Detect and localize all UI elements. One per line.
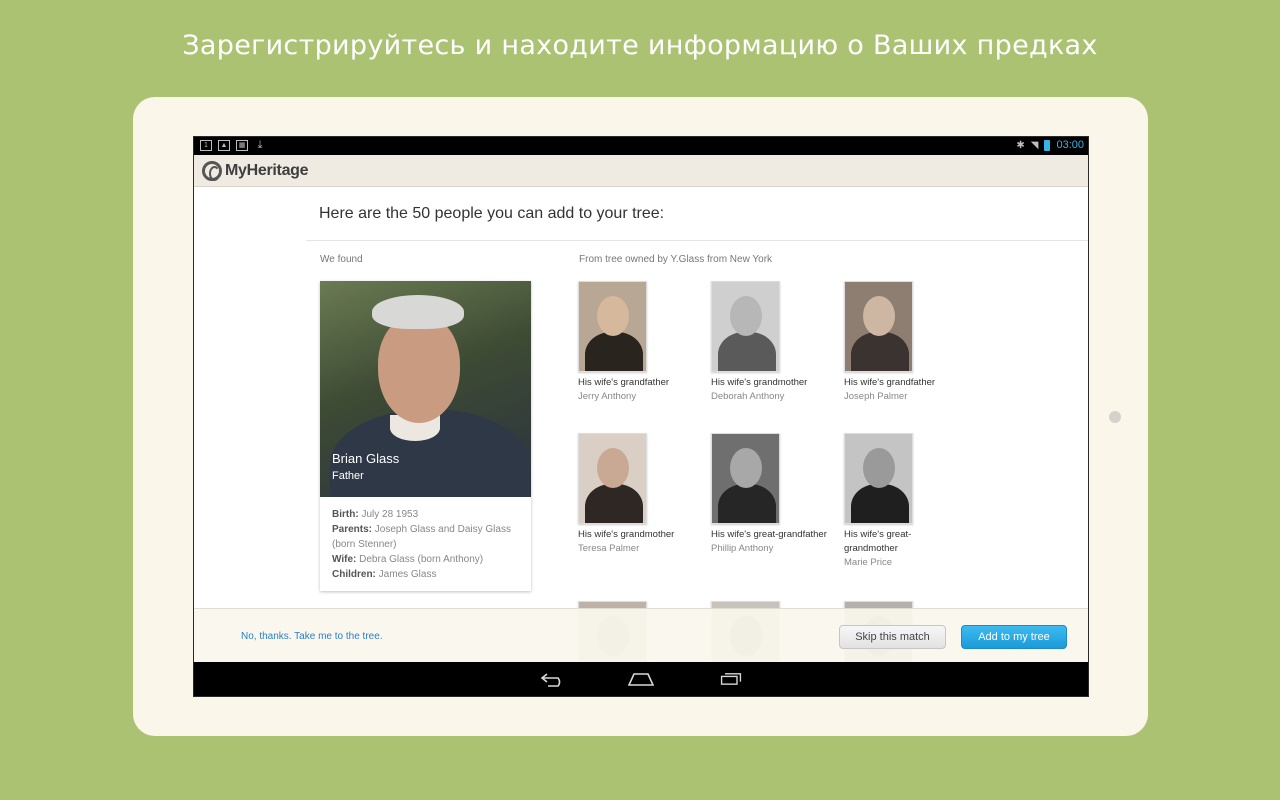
add-to-tree-button[interactable]: Add to my tree xyxy=(961,625,1067,649)
children-value: James Glass xyxy=(378,569,437,580)
person-relation: Father xyxy=(332,470,364,482)
relative-relation: His wife's grandmother xyxy=(578,529,675,540)
relative-name: Deborah Anthony xyxy=(711,391,785,402)
tree-owner-label: From tree owned by Y.Glass from New York xyxy=(579,254,773,265)
home-icon[interactable] xyxy=(628,672,654,686)
status-bar: 1 ▲ ▦ ⤓ ✱ ◥ 03:00 xyxy=(194,137,1088,155)
relative-name: Marie Price xyxy=(844,557,893,568)
notification-film-icon: ▦ xyxy=(236,140,248,151)
we-found-label: We found xyxy=(320,254,363,265)
relative-card[interactable]: His wife's grandmother Deborah Anthony xyxy=(711,281,831,404)
page-title: Here are the 50 people you can add to yo… xyxy=(319,205,665,222)
relative-photo xyxy=(578,433,647,524)
notification-image-icon: ▲ xyxy=(218,140,230,151)
bluetooth-icon: ✱ xyxy=(1016,139,1025,151)
device-screen: 1 ▲ ▦ ⤓ ✱ ◥ 03:00 MyHeritage Here are th… xyxy=(193,136,1089,697)
tablet-home-dot xyxy=(1109,411,1121,423)
download-icon: ⤓ xyxy=(257,139,263,151)
birth-value: July 28 1953 xyxy=(361,509,419,520)
app-bar: MyHeritage xyxy=(194,155,1088,187)
relative-name: Phillip Anthony xyxy=(711,543,774,554)
recent-apps-icon[interactable] xyxy=(720,673,742,685)
battery-icon xyxy=(1044,139,1051,151)
relative-photo xyxy=(578,281,647,372)
wifi-icon: ◥ xyxy=(1030,139,1039,151)
relative-photo xyxy=(844,433,913,524)
relative-relation: His wife's grandfather xyxy=(578,377,670,388)
clock: 03:00 xyxy=(1056,139,1084,151)
back-icon[interactable] xyxy=(540,672,566,688)
relative-relation: His wife's great-grandfather xyxy=(711,529,827,540)
relative-relation: His wife's grandmother xyxy=(711,377,808,388)
relative-photo xyxy=(711,281,780,372)
relative-name: Joseph Palmer xyxy=(844,391,908,402)
birth-label: Birth: xyxy=(332,509,359,520)
parents-label: Parents: xyxy=(332,524,373,535)
relative-name: Teresa Palmer xyxy=(578,543,640,554)
skip-match-button[interactable]: Skip this match xyxy=(839,625,946,649)
relative-relation: His wife's grandfather xyxy=(844,377,936,388)
relative-photo xyxy=(711,433,780,524)
no-thanks-link[interactable]: No, thanks. Take me to the tree. xyxy=(241,631,383,642)
person-card[interactable]: Brian Glass Father Birth: July 28 1953 P… xyxy=(320,281,531,591)
myheritage-logo[interactable]: MyHeritage xyxy=(202,161,309,181)
action-footer: No, thanks. Take me to the tree. Skip th… xyxy=(194,608,1088,662)
relative-photo xyxy=(844,281,913,372)
match-content: Here are the 50 people you can add to yo… xyxy=(194,188,1088,692)
relative-card[interactable]: His wife's grandfather Joseph Palmer xyxy=(844,281,964,404)
logo-text: MyHeritage xyxy=(225,162,309,179)
logo-icon xyxy=(202,161,222,181)
system-nav-bar xyxy=(194,662,1088,696)
relative-card[interactable]: His wife's great-grandmother Marie Price xyxy=(844,433,964,570)
notification-calendar-icon: 1 xyxy=(200,140,212,151)
wife-label: Wife: xyxy=(332,554,357,565)
relative-card[interactable]: His wife's great-grandfather Phillip Ant… xyxy=(711,433,831,556)
wife-value: Debra Glass (born Anthony) xyxy=(359,554,484,565)
person-name: Brian Glass xyxy=(332,451,400,466)
relative-card[interactable]: His wife's grandfather Jerry Anthony xyxy=(578,281,698,404)
children-label: Children: xyxy=(332,569,376,580)
promo-headline: Зарегистрируйтесь и находите информацию … xyxy=(182,30,1098,61)
divider xyxy=(306,240,1088,241)
person-photo: Brian Glass Father xyxy=(320,281,531,497)
relative-relation: His wife's great-grandmother xyxy=(844,529,912,554)
relative-name: Jerry Anthony xyxy=(578,391,637,402)
relative-card[interactable]: His wife's grandmother Teresa Palmer xyxy=(578,433,698,556)
person-details: Birth: July 28 1953 Parents: Joseph Glas… xyxy=(320,497,531,592)
